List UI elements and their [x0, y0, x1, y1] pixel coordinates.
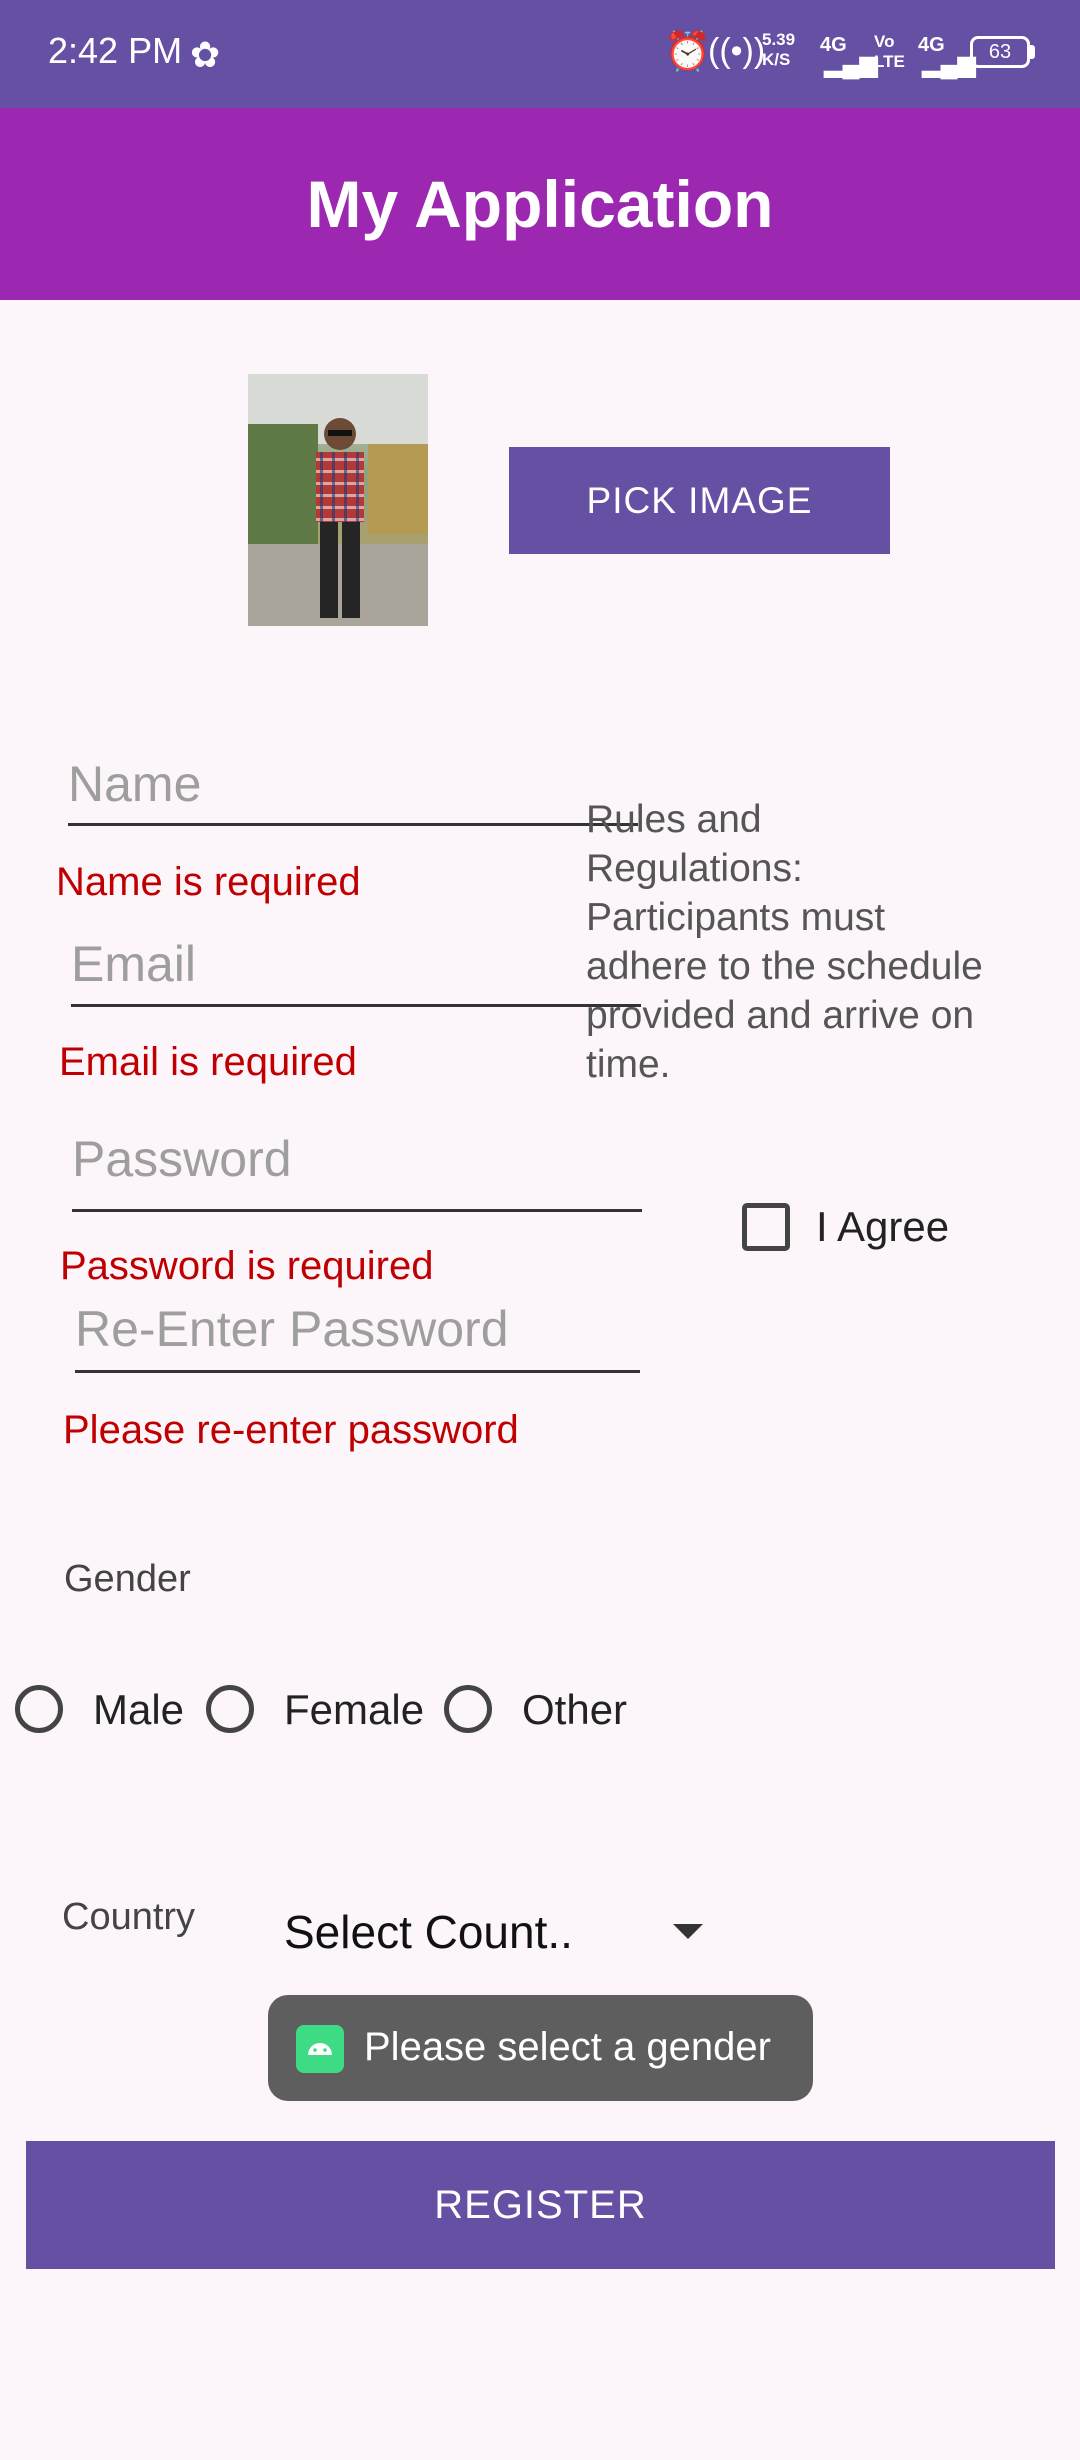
reenter-password-error: Please re-enter password — [63, 1408, 519, 1452]
hotspot-icon: ((•)) — [708, 32, 766, 70]
agree-checkbox[interactable] — [742, 1203, 790, 1251]
email-field[interactable]: Email — [71, 935, 196, 993]
gender-radio-male[interactable] — [15, 1685, 63, 1733]
password-underline — [72, 1209, 642, 1212]
toast-message: Please select a gender — [364, 2025, 771, 2069]
alarm-icon: ⏰ — [664, 31, 712, 73]
email-error: Email is required — [59, 1040, 357, 1084]
status-time: 2:42 PM — [48, 30, 183, 71]
signal-icon: ▂▄▆ — [824, 51, 878, 78]
email-underline — [71, 1004, 641, 1007]
signal-icon: ▂▄▆ — [922, 51, 976, 78]
android-app-icon — [296, 2025, 344, 2073]
network-speed: 5.39 K/S — [762, 30, 796, 69]
profile-image — [248, 374, 428, 626]
password-field[interactable]: Password — [72, 1130, 292, 1188]
gender-radio-other[interactable] — [444, 1685, 492, 1733]
battery-icon: 63 — [970, 36, 1030, 68]
reenter-password-field[interactable]: Re-Enter Password — [75, 1300, 509, 1358]
register-button[interactable]: REGISTER — [26, 2141, 1055, 2269]
dropdown-arrow-icon[interactable] — [673, 1924, 703, 1939]
agree-label[interactable]: I Agree — [816, 1203, 949, 1251]
pick-image-button[interactable]: PICK IMAGE — [509, 447, 890, 554]
settings-icon: ✿ — [190, 34, 221, 75]
app-title: My Application — [306, 167, 774, 241]
password-error: Password is required — [60, 1244, 434, 1288]
country-dropdown[interactable]: Select Count.. — [284, 1905, 573, 1959]
gender-label: Gender — [64, 1558, 191, 1600]
reenter-password-underline — [75, 1370, 640, 1373]
volte-label: Vo LTE — [874, 32, 905, 71]
android-icon-svg — [308, 2043, 332, 2055]
gender-label-other[interactable]: Other — [522, 1686, 627, 1734]
gender-radio-female[interactable] — [206, 1685, 254, 1733]
name-field[interactable]: Name — [68, 755, 201, 813]
gender-label-female[interactable]: Female — [284, 1686, 424, 1734]
country-label: Country — [62, 1896, 196, 1938]
name-error: Name is required — [56, 860, 361, 904]
battery-tip — [1030, 45, 1035, 59]
rules-text: Rules and Regulations: Participants must… — [586, 798, 983, 1086]
profile-photo-illustration — [248, 374, 428, 626]
gender-label-male[interactable]: Male — [93, 1686, 184, 1734]
name-underline — [68, 823, 638, 826]
